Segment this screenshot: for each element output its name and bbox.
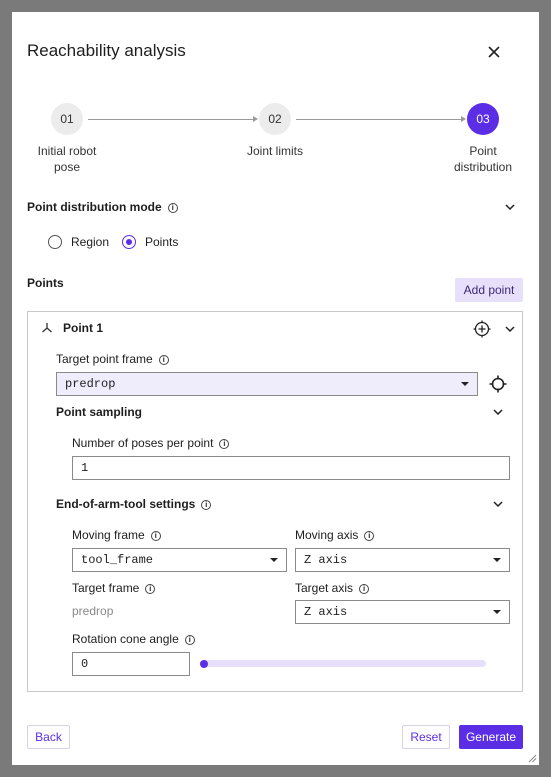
radio-points[interactable]: Points — [122, 235, 178, 249]
rotation-cone-slider[interactable] — [200, 660, 486, 667]
radio-points-label: Points — [145, 235, 179, 249]
target-axis-label-row: Target axis i — [295, 581, 370, 595]
radio-points-control[interactable] — [122, 235, 136, 249]
rotation-cone-label: Rotation cone angle — [72, 632, 179, 646]
add-pose-button[interactable] — [473, 320, 491, 338]
poses-label-row: Number of poses per point i — [72, 436, 230, 450]
poses-per-point-input[interactable]: 1 — [72, 456, 510, 480]
info-icon[interactable]: i — [201, 499, 212, 510]
moving-axis-select[interactable]: Z axis — [295, 548, 510, 572]
resize-handle-icon[interactable] — [528, 754, 537, 763]
reachability-dialog: Reachability analysis 01 02 03 Initial r… — [12, 12, 539, 765]
info-icon[interactable]: i — [219, 438, 230, 449]
step-3-label-line2: distribution — [453, 160, 513, 174]
dialog-title: Reachability analysis — [27, 41, 186, 60]
point-sampling-collapse[interactable] — [492, 406, 504, 418]
chevron-down-icon — [493, 501, 503, 507]
target-axis-label: Target axis — [295, 581, 354, 595]
target-axis-select[interactable]: Z axis — [295, 600, 510, 624]
radio-region[interactable]: Region — [48, 235, 109, 249]
add-target-icon — [473, 320, 491, 338]
target-axis-value: Z axis — [304, 605, 348, 619]
info-icon[interactable]: i — [158, 354, 169, 365]
crosshair-icon — [489, 375, 507, 393]
point-header[interactable]: Point 1 — [41, 321, 103, 335]
moving-frame-value: tool_frame — [81, 553, 154, 567]
step-1-label-line2: pose — [53, 160, 81, 174]
info-icon[interactable]: i — [364, 530, 375, 541]
eoat-title: End-of-arm-tool settings — [56, 497, 196, 511]
step-1-label-line1: Initial robot — [37, 144, 97, 158]
caret-down-icon — [461, 382, 469, 386]
step-1-circle[interactable]: 01 — [51, 103, 83, 135]
rotation-cone-input[interactable]: 0 — [72, 652, 190, 676]
moving-frame-label-row: Moving frame i — [72, 528, 161, 542]
eoat-heading: End-of-arm-tool settings i — [56, 497, 212, 511]
moving-axis-label-row: Moving axis i — [295, 528, 375, 542]
info-icon[interactable]: i — [145, 583, 156, 594]
moving-frame-select[interactable]: tool_frame — [72, 548, 287, 572]
close-icon — [488, 46, 500, 58]
chevron-down-icon — [493, 409, 503, 415]
target-frame-label-row: Target frame i — [72, 581, 156, 595]
caret-down-icon — [493, 610, 501, 614]
radio-region-control[interactable] — [48, 235, 62, 249]
step-arrow-2-icon — [461, 116, 466, 122]
target-point-frame-label-row: Target point frame i — [56, 352, 169, 366]
target-frame-value: predrop — [72, 604, 114, 618]
rotation-cone-slider-thumb[interactable] — [200, 659, 208, 668]
close-button[interactable] — [482, 40, 506, 64]
caret-down-icon — [493, 558, 501, 562]
poses-per-point-label: Number of poses per point — [72, 436, 214, 450]
rotation-label-row: Rotation cone angle i — [72, 632, 195, 646]
target-point-frame-value: predrop — [65, 377, 116, 391]
step-arrow-1-icon — [253, 116, 258, 122]
axes-icon — [42, 323, 52, 333]
target-point-frame-select[interactable]: predrop — [56, 372, 478, 396]
step-1-label: Initial robot pose — [22, 143, 112, 175]
chevron-down-icon — [505, 204, 515, 210]
pick-frame-button[interactable] — [489, 375, 507, 393]
caret-down-icon — [270, 558, 278, 562]
distribution-mode-collapse[interactable] — [504, 201, 516, 213]
info-icon[interactable]: i — [359, 583, 370, 594]
step-connector-2 — [296, 119, 462, 120]
target-frame-label: Target frame — [72, 581, 140, 595]
step-3-label-line1: Point — [469, 144, 497, 158]
points-heading: Points — [27, 276, 64, 290]
radio-region-label: Region — [71, 235, 110, 249]
info-icon[interactable]: i — [184, 634, 195, 645]
moving-axis-label: Moving axis — [295, 528, 359, 542]
back-button[interactable]: Back — [27, 725, 70, 749]
target-point-frame-label: Target point frame — [56, 352, 153, 366]
reset-button[interactable]: Reset — [402, 725, 450, 749]
info-icon[interactable]: i — [167, 202, 178, 213]
moving-frame-label: Moving frame — [72, 528, 145, 542]
step-connector-1 — [88, 119, 254, 120]
point-name: Point 1 — [63, 321, 104, 335]
point-card: Point 1 Target point frame i predrop Poi… — [27, 311, 523, 692]
moving-axis-value: Z axis — [304, 553, 348, 567]
step-2-label-line1: Joint limits — [246, 144, 303, 158]
point-sampling-heading: Point sampling — [56, 405, 143, 419]
eoat-collapse[interactable] — [492, 498, 504, 510]
step-3-circle[interactable]: 03 — [467, 103, 499, 135]
step-3-label: Point distribution — [438, 143, 528, 175]
point-collapse[interactable] — [504, 323, 516, 335]
chevron-down-icon — [505, 326, 515, 332]
step-2-circle[interactable]: 02 — [259, 103, 291, 135]
add-point-button[interactable]: Add point — [455, 278, 523, 302]
step-2-label: Joint limits — [230, 143, 320, 159]
info-icon[interactable]: i — [150, 530, 161, 541]
distribution-mode-title: Point distribution mode — [27, 200, 162, 214]
generate-button[interactable]: Generate — [459, 725, 523, 749]
distribution-mode-heading: Point distribution mode i — [27, 200, 178, 214]
